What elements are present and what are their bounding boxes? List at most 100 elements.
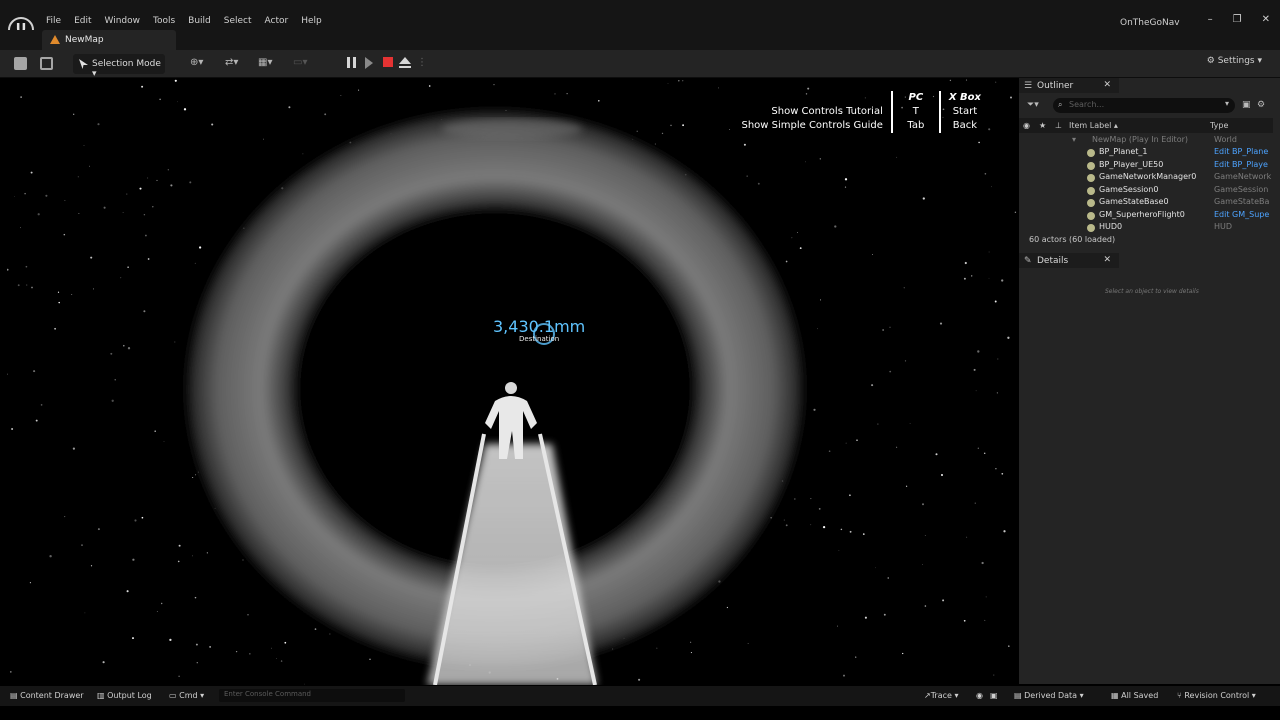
- restore-icon[interactable]: ❐: [1233, 14, 1242, 25]
- menu-build[interactable]: Build: [188, 16, 211, 26]
- outliner-row-type[interactable]: Edit BP_Plane: [1214, 147, 1268, 156]
- outliner-search-placeholder: Search...: [1069, 100, 1105, 109]
- hud-pc-column: PC T Tab: [893, 91, 941, 133]
- outliner-row-name: GM_SuperheroFlight0: [1099, 209, 1185, 219]
- output-log-button[interactable]: ▥ Output Log: [97, 691, 152, 700]
- platforms-icon[interactable]: ▭▾: [293, 57, 313, 69]
- column-item-label[interactable]: Item Label ▴: [1069, 121, 1118, 130]
- star: [37, 213, 40, 216]
- star-icon[interactable]: ★: [1039, 121, 1046, 130]
- save-icon[interactable]: [14, 57, 27, 70]
- minimize-icon[interactable]: –: [1208, 14, 1213, 25]
- column-type[interactable]: Type: [1210, 121, 1228, 130]
- star: [324, 113, 327, 116]
- outliner-row-type: GameNetwork: [1214, 172, 1272, 181]
- star: [304, 683, 305, 685]
- star: [997, 358, 999, 360]
- tab-newmap[interactable]: NewMap: [42, 30, 176, 50]
- trace-button[interactable]: ↗Trace ▾: [924, 691, 959, 700]
- star: [428, 85, 431, 87]
- blueprint-icon[interactable]: ⇄▾: [225, 57, 245, 69]
- close-icon[interactable]: ✕: [1103, 255, 1111, 265]
- star: [134, 519, 137, 522]
- camera-icon[interactable]: ▣: [990, 691, 998, 700]
- pause-icon[interactable]: [345, 56, 359, 70]
- star: [834, 225, 837, 228]
- revision-control-button[interactable]: ⑂ Revision Control ▾: [1177, 691, 1256, 700]
- outliner-row-type[interactable]: Edit GM_Supe: [1214, 210, 1269, 219]
- outliner-row[interactable]: GameStateBase0 GameStateBa: [1019, 197, 1273, 209]
- menu-actor[interactable]: Actor: [265, 16, 289, 26]
- eject-icon[interactable]: [398, 56, 412, 70]
- outliner-row[interactable]: HUD0 HUD: [1019, 222, 1273, 234]
- star: [887, 577, 889, 579]
- menu-window[interactable]: Window: [105, 16, 141, 26]
- tab-details[interactable]: Details ✕: [1019, 253, 1119, 268]
- derived-data-button[interactable]: ▤ Derived Data ▾: [1014, 691, 1084, 700]
- outliner-row[interactable]: GM_SuperheroFlight0 Edit GM_Supe: [1019, 210, 1273, 222]
- outliner-row[interactable]: GameSession0 GameSession: [1019, 185, 1273, 197]
- star: [819, 158, 821, 160]
- selection-mode-button[interactable]: Selection Mode ▾: [73, 54, 165, 79]
- menu-file[interactable]: File: [46, 16, 61, 26]
- menu-select[interactable]: Select: [224, 16, 252, 26]
- details-tab-label: Details: [1037, 256, 1069, 266]
- hud-xbox-header: X Box: [948, 92, 981, 103]
- outliner-row[interactable]: BP_Player_UE50 Edit BP_Playe: [1019, 160, 1273, 172]
- filter-icon[interactable]: ⏷▾: [1027, 100, 1039, 110]
- gear-icon[interactable]: ⚙: [1257, 100, 1265, 110]
- record-icon[interactable]: ◉: [976, 691, 983, 700]
- browse-icon[interactable]: [40, 57, 53, 70]
- star: [156, 610, 158, 612]
- star: [64, 200, 66, 202]
- star: [25, 265, 28, 268]
- chevron-down-icon[interactable]: ▾: [1225, 99, 1229, 108]
- outliner-row[interactable]: BP_Planet_1 Edit BP_Plane: [1019, 147, 1273, 159]
- more-options-icon[interactable]: ⋮: [417, 57, 437, 69]
- menu-tools[interactable]: Tools: [153, 16, 175, 26]
- actor-icon: [1087, 174, 1095, 182]
- hud-xbox-key-2: Back: [952, 120, 978, 131]
- star: [963, 619, 966, 622]
- tab-outliner[interactable]: Outliner ✕: [1019, 78, 1119, 93]
- content-drawer-button[interactable]: ▤ Content Drawer: [10, 691, 84, 700]
- star: [211, 123, 214, 126]
- visibility-icon[interactable]: ◉: [1023, 121, 1030, 130]
- outliner-header: ◉ ★ ⊥ Item Label ▴ Type: [1019, 118, 1273, 133]
- step-icon[interactable]: [363, 56, 377, 70]
- close-icon[interactable]: ✕: [1262, 14, 1270, 25]
- star: [111, 399, 114, 402]
- stop-icon[interactable]: [382, 56, 396, 70]
- star: [340, 95, 342, 97]
- star: [174, 341, 176, 343]
- star: [977, 350, 980, 353]
- pin-icon[interactable]: ⊥: [1055, 121, 1062, 130]
- outliner-search-input[interactable]: ⌕ Search... ▾: [1053, 98, 1235, 113]
- outliner-row[interactable]: GameNetworkManager0 GameNetwork: [1019, 172, 1273, 184]
- ring-top-cloud: [442, 119, 582, 139]
- star: [993, 674, 995, 676]
- cmd-dropdown[interactable]: ▭ Cmd ▾: [169, 691, 204, 700]
- add-folder-icon[interactable]: ▣: [1242, 100, 1251, 110]
- close-icon[interactable]: ✕: [1103, 80, 1111, 90]
- hud-pc-key-1: T: [912, 106, 919, 117]
- menu-edit[interactable]: Edit: [74, 16, 91, 26]
- star: [81, 544, 83, 546]
- star: [598, 100, 600, 102]
- star: [690, 641, 692, 643]
- star: [156, 179, 158, 181]
- add-actor-icon[interactable]: ⊕▾: [190, 57, 210, 69]
- console-input[interactable]: Enter Console Command: [219, 689, 405, 702]
- star: [990, 186, 992, 188]
- game-viewport[interactable]: Show Controls Tutorial Show Simple Contr…: [7, 79, 1017, 685]
- chevron-down-icon[interactable]: ▾: [1072, 135, 1076, 144]
- menu-help[interactable]: Help: [301, 16, 322, 26]
- settings-button[interactable]: ⚙ Settings ▾: [1207, 56, 1262, 66]
- all-saved-status[interactable]: ▦ All Saved: [1111, 691, 1158, 700]
- cinematics-icon[interactable]: ▦▾: [258, 57, 278, 69]
- star: [144, 234, 147, 237]
- outliner-row-type[interactable]: Edit BP_Playe: [1214, 160, 1268, 169]
- star: [984, 619, 986, 621]
- outliner-world-row[interactable]: ▾ NewMap (Play In Editor) World: [1019, 135, 1273, 147]
- star: [924, 535, 926, 536]
